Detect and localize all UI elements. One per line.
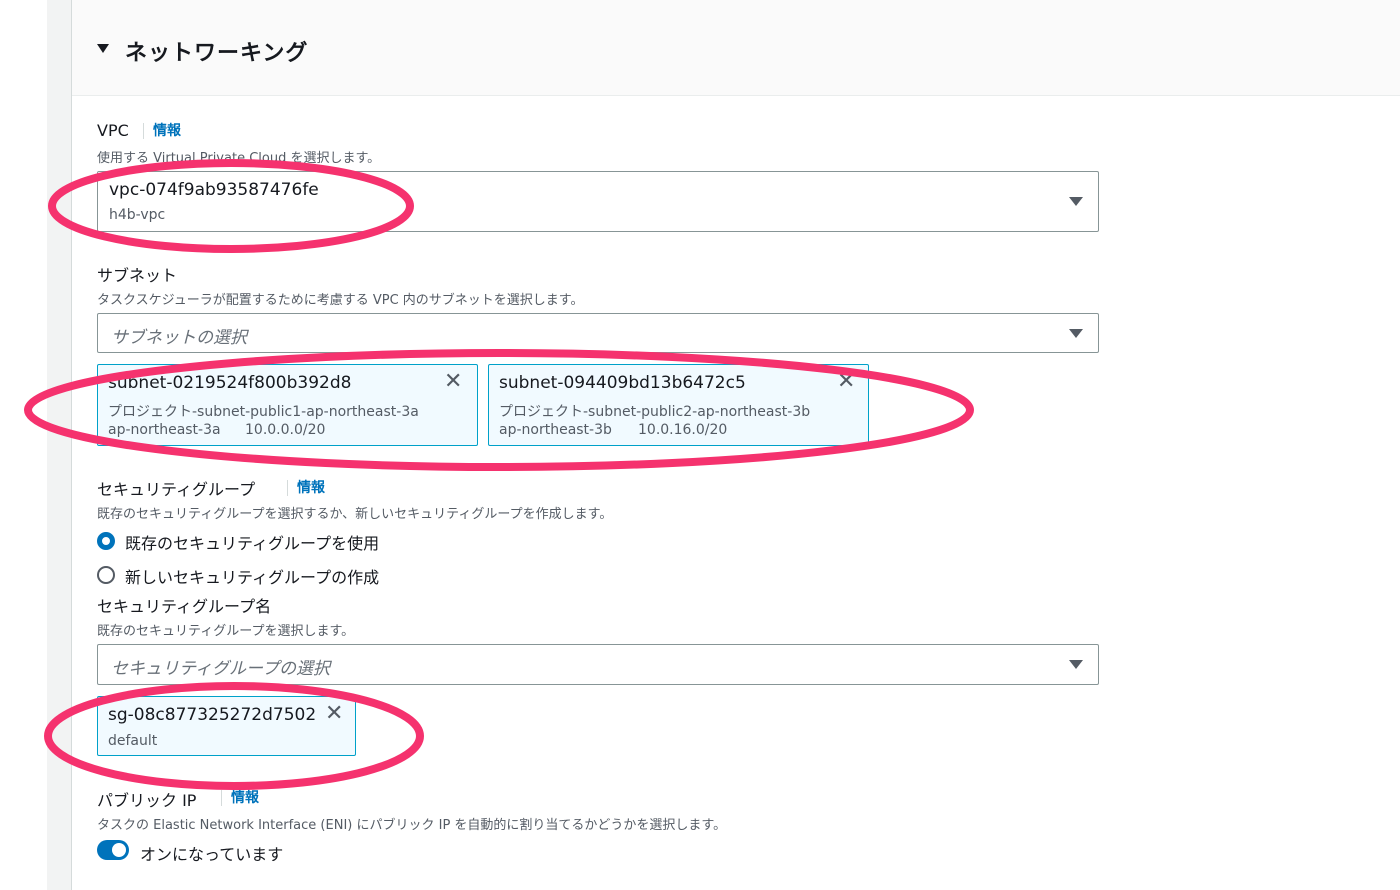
close-x-icon[interactable]: ✕ <box>837 371 855 393</box>
security-group-placeholder: セキュリティグループの選択 <box>111 659 330 679</box>
panel-header[interactable]: ネットワーキング <box>72 0 1400 96</box>
subnet-token-cidr: 10.0.16.0/20 <box>638 422 728 438</box>
subnet-token-az: ap-northeast-3a <box>108 422 221 438</box>
toggle-knob <box>112 843 126 857</box>
security-group-select[interactable]: セキュリティグループの選択 <box>97 644 1099 685</box>
vpc-selected-name: h4b-vpc <box>109 207 166 223</box>
vpc-description: 使用する Virtual Private Cloud を選択します。 <box>97 151 381 166</box>
close-x-icon[interactable]: ✕ <box>444 371 462 393</box>
subnet-token-az: ap-northeast-3b <box>499 422 612 438</box>
radio-existing-sg-label[interactable]: 既存のセキュリティグループを使用 <box>125 530 379 554</box>
subnet-label: サブネット <box>97 266 178 285</box>
radio-new-sg-label[interactable]: 新しいセキュリティグループの作成 <box>125 564 379 588</box>
subnet-token-name: プロジェクト-subnet-public1-ap-northeast-3a <box>108 404 419 420</box>
subnet-placeholder: サブネットの選択 <box>111 328 247 348</box>
triangle-down-icon <box>1069 660 1083 669</box>
public-ip-info-link[interactable]: 情報 <box>221 790 259 806</box>
radio-new-sg[interactable] <box>97 566 115 584</box>
vpc-selected-id: vpc-074f9ab93587476fe <box>109 180 319 200</box>
subnet-token-cidr: 10.0.0.0/20 <box>245 422 326 438</box>
security-group-name-description: 既存のセキュリティグループを選択します。 <box>97 624 355 639</box>
triangle-down-icon <box>1069 329 1083 338</box>
radio-existing-sg[interactable] <box>97 532 115 550</box>
subnet-token-id: subnet-094409bd13b6472c5 <box>499 373 746 393</box>
subnet-description: タスクスケジューラが配置するために考慮する VPC 内のサブネットを選択します。 <box>97 293 584 308</box>
vpc-select[interactable]: vpc-074f9ab93587476fe h4b-vpc <box>97 171 1099 232</box>
panel-title: ネットワーキング <box>125 41 309 66</box>
left-gutter <box>0 0 47 890</box>
public-ip-label: パブリック IP <box>97 791 197 810</box>
close-x-icon[interactable]: ✕ <box>325 703 343 725</box>
subnet-token-id: subnet-0219524f800b392d8 <box>108 373 352 393</box>
security-group-token: sg-08c877325272d7502 ✕ default <box>97 696 356 756</box>
public-ip-toggle-label: オンになっています <box>140 845 284 864</box>
vpc-label: VPC <box>97 121 129 140</box>
subnet-select[interactable]: サブネットの選択 <box>97 313 1099 353</box>
security-group-token-id: sg-08c877325272d7502 <box>108 705 317 725</box>
security-group-label: セキュリティグループ <box>97 480 256 499</box>
subnet-token: subnet-0219524f800b392d8 ✕ プロジェクト-subnet… <box>97 364 478 446</box>
subnet-token: subnet-094409bd13b6472c5 ✕ プロジェクト-subnet… <box>488 364 869 446</box>
security-group-name-label: セキュリティグループ名 <box>97 597 272 616</box>
security-group-token-name: default <box>108 733 158 749</box>
security-group-info-link[interactable]: 情報 <box>287 480 325 496</box>
security-group-description: 既存のセキュリティグループを選択するか、新しいセキュリティグループを作成します。 <box>97 507 613 522</box>
subnet-token-name: プロジェクト-subnet-public2-ap-northeast-3b <box>499 404 811 420</box>
public-ip-toggle[interactable] <box>97 840 129 860</box>
vpc-info-link[interactable]: 情報 <box>143 123 181 139</box>
triangle-down-icon <box>1069 197 1083 206</box>
caret-down-icon[interactable] <box>97 44 109 53</box>
public-ip-description: タスクの Elastic Network Interface (ENI) にパブ… <box>97 818 727 833</box>
